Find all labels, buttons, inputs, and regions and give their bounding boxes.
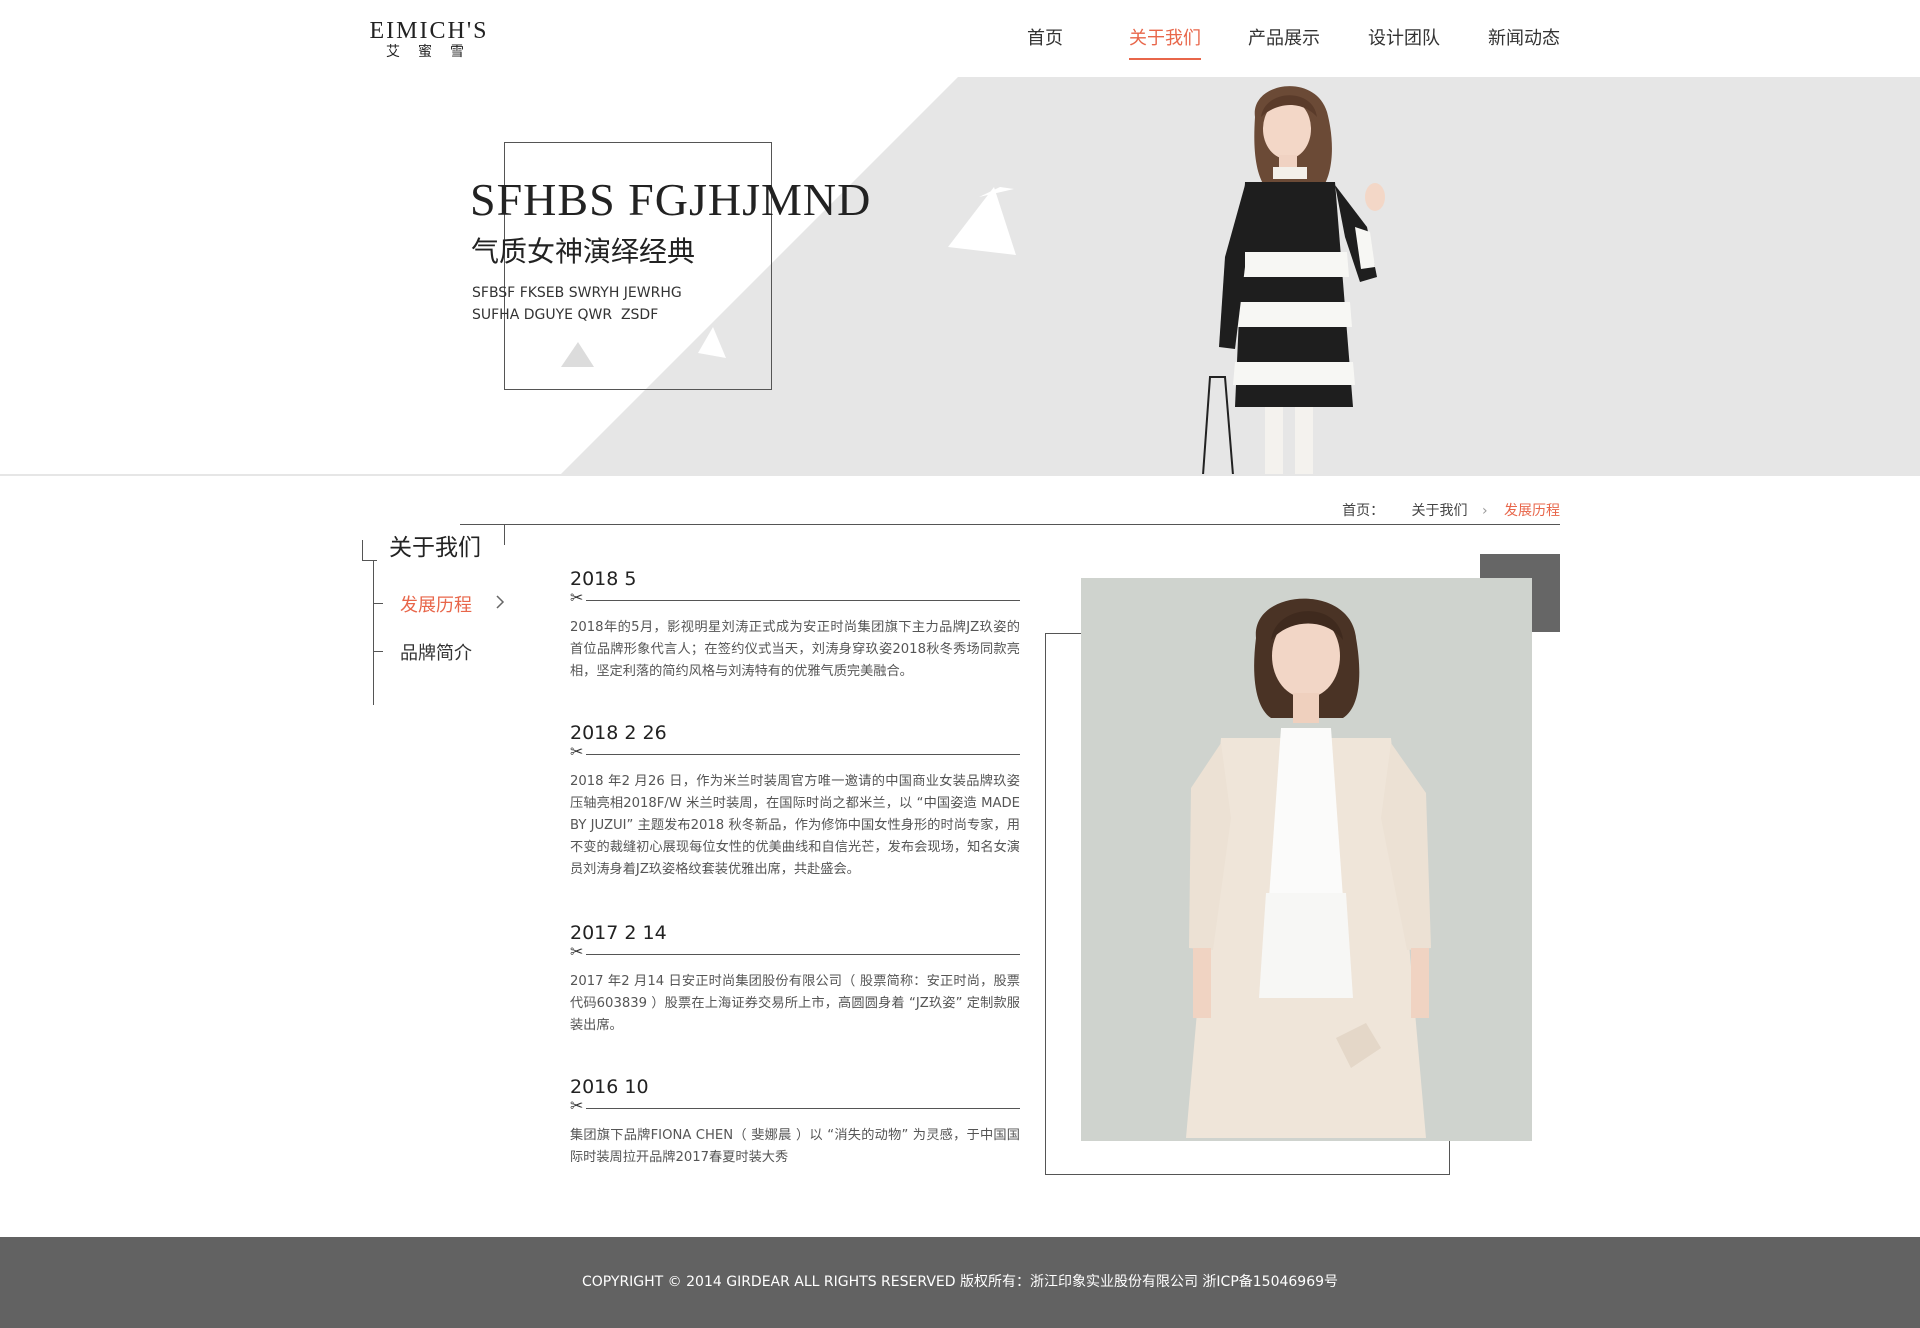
timeline-text: 2018 年2 月26 日，作为米兰时装周官方唯一邀请的中国商业女装品牌玖姿压轴… [570,774,1020,877]
site-footer: COPYRIGHT © 2014 GIRDEAR ALL RIGHTS RESE… [0,1237,1920,1328]
scissors-icon: ✂ [570,1096,584,1115]
scissors-icon: ✂ [570,742,584,761]
chevron-right-icon [496,595,505,609]
sidebar-bracket [362,540,377,561]
site-header: EIMICH'S 艾蜜雪 首页 关于我们 产品展示 设计团队 新闻动态 [0,0,1920,77]
banner-title: SFHBS FGJHJMND [470,174,872,225]
breadcrumb-home[interactable]: 首页： [1342,503,1384,519]
banner-bottom-line [0,474,1920,476]
timeline-entry: 2016 10 ✂ 集团旗下品牌FIONA CHEN（ 斐娜晨 ）以 “消失的动… [570,1075,1020,1169]
sidebar-item-brand-intro[interactable]: 品牌简介 [400,639,472,665]
banner-caption: SFBSF FKSEB SWRYH JEWRHG SUFHA DGUYE QWR… [472,282,682,326]
nav-item-design-team[interactable]: 设计团队 [1368,20,1440,58]
timeline-text: 集团旗下品牌FIONA CHEN（ 斐娜晨 ）以 “消失的动物” 为灵感，于中国… [570,1128,1020,1165]
chevron-right-icon: › [1481,503,1488,519]
scissors-icon: ✂ [570,588,584,607]
breadcrumb-divider [460,524,1560,525]
footer-copyright: COPYRIGHT © 2014 GIRDEAR ALL RIGHTS RESE… [581,1274,1339,1290]
sidebar-marker [373,603,383,604]
banner-subtitle: 气质女神演绎经典 [471,235,696,268]
nav-item-about[interactable]: 关于我们 [1129,20,1201,60]
timeline-entry: 2018 5 ✂ 2018年的5月，影视明星刘涛正式成为安正时尚集团旗下主力品牌… [570,567,1020,683]
breadcrumb-about[interactable]: 关于我们 [1411,503,1467,519]
nav-item-products[interactable]: 产品展示 [1248,20,1320,58]
brand-logo[interactable]: EIMICH'S 艾蜜雪 [363,18,495,60]
scissors-icon: ✂ [570,942,584,961]
sidebar-title: 关于我们 [389,535,481,561]
timeline-date: 2016 10 [570,1076,649,1098]
breadcrumb-separator-icon [1399,503,1403,519]
logo-chinese-name: 艾蜜雪 [386,44,482,60]
timeline-date: 2018 5 [570,568,637,590]
breadcrumb-current: 发展历程 [1504,503,1560,519]
breadcrumb: 首页： 关于我们 › 发展历程 [1342,500,1560,520]
banner-background [560,77,1920,475]
timeline-text: 2018年的5月，影视明星刘涛正式成为安正时尚集团旗下主力品牌JZ玖姿的首位品牌… [570,620,1020,679]
timeline-divider: ✂ [570,588,1020,607]
model-photo [1081,578,1532,1141]
nav-item-news[interactable]: 新闻动态 [1488,20,1560,58]
nav-item-home[interactable]: 首页 [1027,20,1063,58]
timeline-date: 2018 2 26 [570,722,667,744]
hero-banner: SFHBS FGJHJMND 气质女神演绎经典 SFBSF FKSEB SWRY… [0,77,1920,477]
timeline-entry: 2017 2 14 ✂ 2017 年2 月14 日安正时尚集团股份有限公司（ 股… [570,921,1020,1037]
sidebar-vertical-line [373,560,374,705]
timeline-date: 2017 2 14 [570,922,667,944]
timeline-entry: 2018 2 26 ✂ 2018 年2 月26 日，作为米兰时装周官方唯一邀请的… [570,721,1020,881]
timeline-divider: ✂ [570,942,1020,961]
sidebar-marker [373,651,383,652]
timeline-text: 2017 年2 月14 日安正时尚集团股份有限公司（ 股票简称：安正时尚，股票代… [570,974,1020,1033]
sidebar-item-history[interactable]: 发展历程 [400,591,472,617]
sidebar-title-tick [504,525,505,545]
banner-caption-line-1: SFBSF FKSEB SWRYH JEWRHG [472,285,682,301]
timeline-divider: ✂ [570,1096,1020,1115]
logo-wordmark: EIMICH'S [369,18,489,44]
banner-caption-line-2: SUFHA DGUYE QWR ZSDF [472,307,659,323]
timeline-divider: ✂ [570,742,1020,761]
banner-model-image [1201,86,1385,475]
